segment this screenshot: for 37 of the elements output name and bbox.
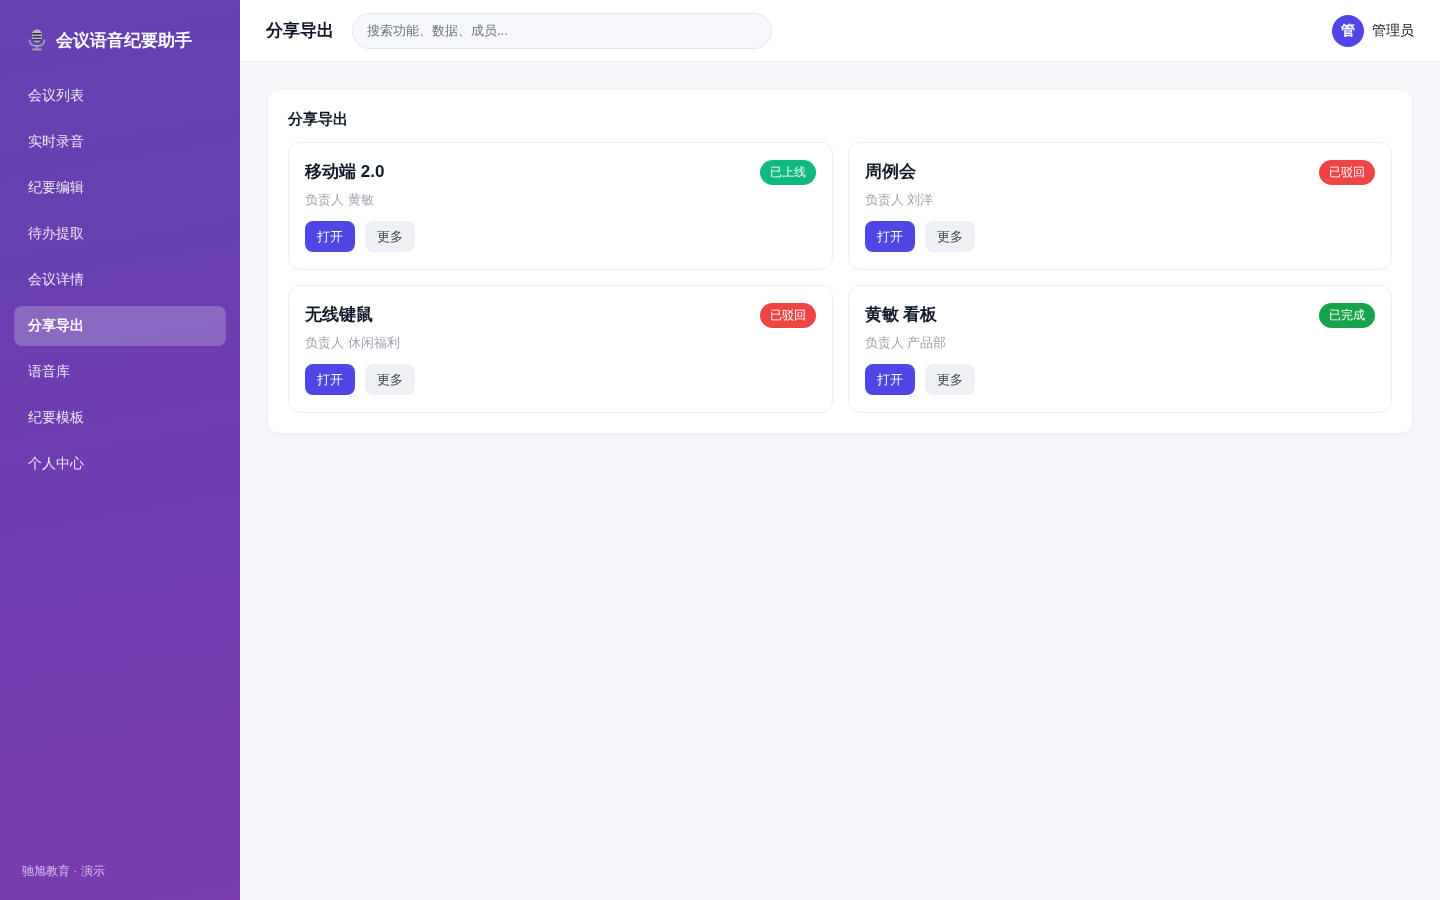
search-field[interactable]: 搜索功能、数据、成员... — [352, 12, 772, 49]
app-title: 会议语音纪要助手 — [56, 29, 192, 52]
sidebar-item[interactable]: 实时录音 — [14, 122, 226, 162]
status-badge: 已完成 — [1319, 302, 1375, 328]
card-title: 移动端 2.0 — [305, 161, 385, 183]
status-badge: 已驳回 — [1319, 159, 1375, 185]
microphone-icon — [28, 29, 46, 51]
page-title: 分享导出 — [266, 20, 334, 42]
owner-text: 负责人 刘洋 — [864, 191, 935, 209]
card-title: 周例会 — [864, 161, 916, 183]
sidebar-item[interactable]: 会议详情 — [14, 260, 226, 300]
user-avatar[interactable]: 管 — [1332, 14, 1364, 47]
user-name: 管理员 — [1372, 21, 1414, 40]
more-button[interactable]: 更多 — [365, 364, 415, 395]
sidebar-item[interactable]: 纪要编辑 — [14, 168, 226, 208]
open-button[interactable]: 打开 — [305, 364, 355, 395]
owner-text: 负责人 产品部 — [864, 334, 948, 352]
sidebar-item[interactable]: 待办提取 — [14, 214, 226, 254]
card-title: 无线键鼠 — [305, 304, 373, 326]
owner-text: 负责人 黄敏 — [305, 191, 375, 209]
open-button[interactable]: 打开 — [305, 221, 355, 252]
footer-text: 驰旭教育 · 演示 — [21, 863, 106, 880]
status-badge: 已驳回 — [759, 302, 816, 328]
sidebar-item[interactable]: 会议列表 — [14, 76, 226, 116]
owner-text: 负责人 休闲福利 — [305, 334, 401, 352]
status-badge: 已上线 — [759, 159, 816, 185]
card-title: 黄敏 看板 — [864, 304, 938, 326]
open-button[interactable]: 打开 — [864, 221, 915, 252]
open-button[interactable]: 打开 — [864, 364, 915, 395]
panel-title: 分享导出 — [288, 110, 349, 128]
sidebar-item[interactable]: 分享导出 — [14, 306, 226, 346]
more-button[interactable]: 更多 — [365, 221, 415, 252]
sidebar-item[interactable]: 纪要模板 — [14, 398, 226, 438]
more-button[interactable]: 更多 — [924, 221, 975, 252]
sidebar-item[interactable]: 个人中心 — [14, 444, 226, 484]
more-button[interactable]: 更多 — [924, 364, 975, 395]
sidebar-item[interactable]: 语音库 — [14, 352, 226, 392]
